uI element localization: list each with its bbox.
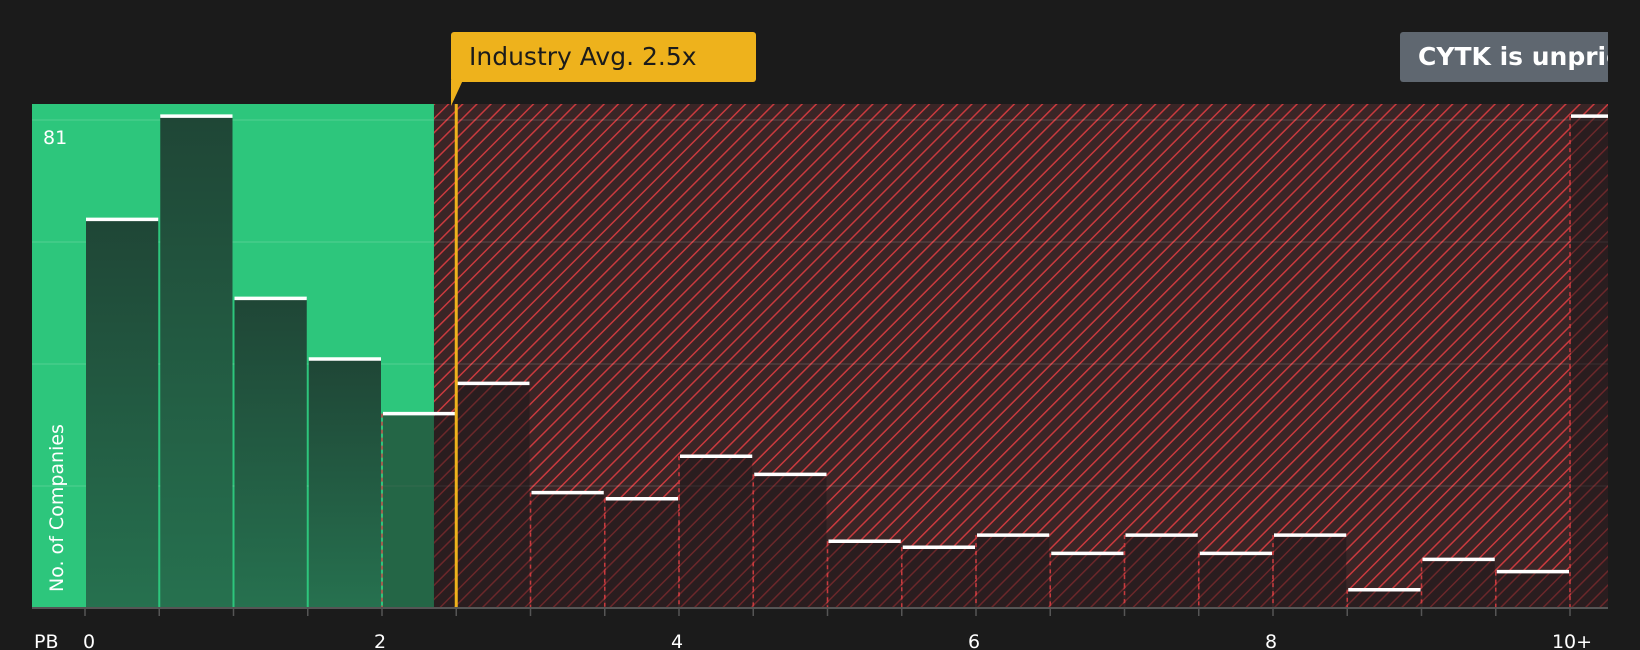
industry-average-badge-pointer bbox=[451, 80, 463, 106]
histogram-bar bbox=[160, 116, 233, 608]
histogram-bar bbox=[457, 383, 530, 608]
histogram-bar bbox=[680, 456, 753, 608]
y-axis-title: No. of Companies bbox=[46, 424, 68, 592]
histogram-bar bbox=[605, 498, 678, 608]
histogram-bar bbox=[1422, 559, 1495, 608]
histogram-bar bbox=[1125, 535, 1198, 608]
x-tick-label: 4 bbox=[671, 631, 683, 650]
histogram-bar bbox=[977, 535, 1050, 608]
histogram-bar bbox=[754, 474, 827, 608]
x-tick-label: 10+ bbox=[1552, 631, 1592, 650]
histogram-bar bbox=[828, 541, 901, 608]
valuation-status-badge: CYTK is unpriced bbox=[1400, 32, 1608, 82]
histogram-bar bbox=[1199, 553, 1272, 608]
x-tick-label: 2 bbox=[374, 631, 386, 650]
histogram-bar bbox=[902, 547, 975, 608]
histogram-bar bbox=[1496, 571, 1569, 608]
histogram-bar bbox=[383, 413, 456, 608]
histogram-bar bbox=[1571, 116, 1608, 608]
x-tick-label: 8 bbox=[1265, 631, 1277, 650]
pb-distribution-chart: 0 2 4 6 8 10+ 81 No. of Companies PB bbox=[32, 104, 1609, 650]
histogram-bar bbox=[234, 298, 307, 608]
histogram-bar bbox=[1051, 553, 1124, 608]
x-tick-label: 0 bbox=[83, 631, 95, 650]
x-axis-title: PB bbox=[34, 631, 59, 650]
histogram-bar bbox=[1348, 589, 1421, 608]
histogram-bar bbox=[1274, 535, 1347, 608]
histogram-bar bbox=[86, 219, 159, 609]
histogram-bar bbox=[531, 492, 604, 608]
y-axis-max-label: 81 bbox=[43, 127, 67, 149]
industry-average-badge: Industry Avg. 2.5x bbox=[451, 32, 756, 82]
x-tick-label: 6 bbox=[968, 631, 980, 650]
histogram-bar bbox=[308, 359, 381, 608]
